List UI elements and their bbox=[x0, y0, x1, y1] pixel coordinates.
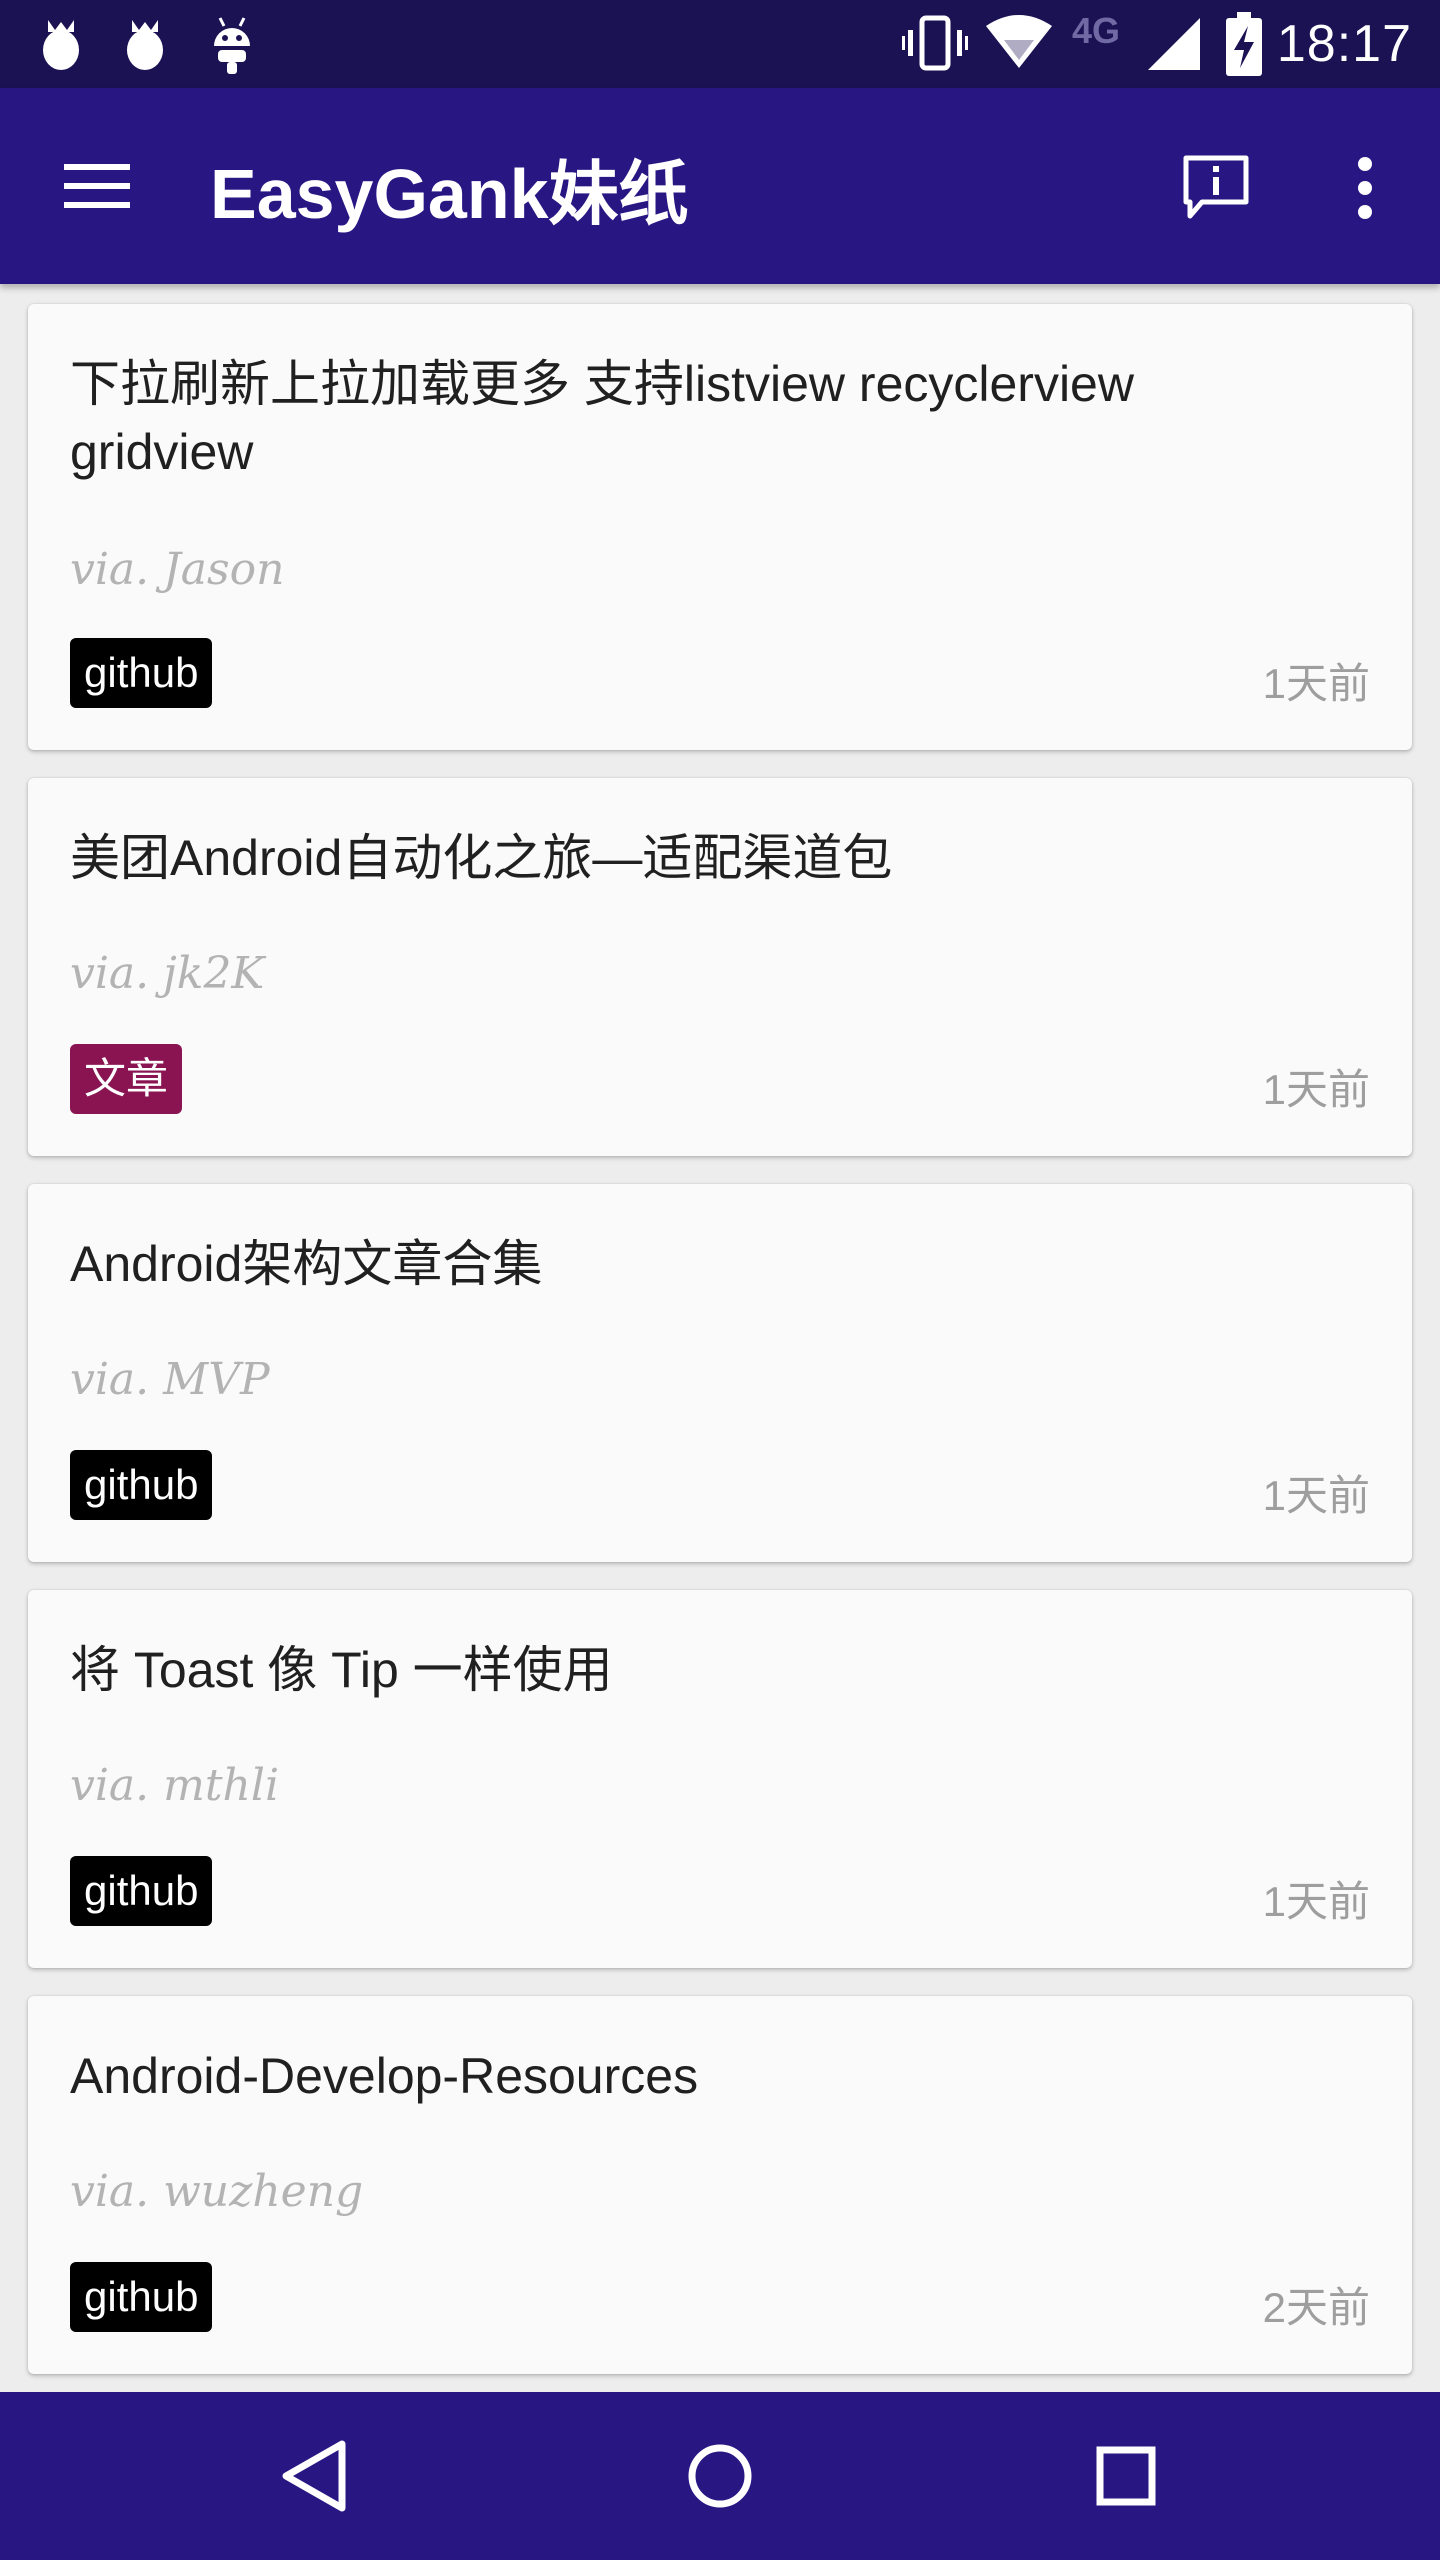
card-tag[interactable]: github bbox=[70, 1450, 213, 1520]
card-author: via. jk2K bbox=[70, 948, 265, 999]
card-tag[interactable]: github bbox=[70, 638, 213, 708]
vibrate-icon bbox=[902, 15, 968, 71]
card-time: 1天前 bbox=[1262, 660, 1370, 707]
card-author: via. Jason bbox=[70, 544, 285, 595]
feed-list[interactable]: 下拉刷新上拉加载更多 支持listview recyclerview gridv… bbox=[0, 284, 1440, 2392]
network-type: 4G bbox=[1072, 10, 1121, 51]
app-bar: EasyGank妹纸 bbox=[0, 88, 1440, 284]
feed-card[interactable]: 下拉刷新上拉加载更多 支持listview recyclerview gridv… bbox=[28, 304, 1412, 750]
card-time: 1天前 bbox=[1262, 1878, 1370, 1925]
status-bar: 4G 18:17 bbox=[0, 0, 1440, 88]
card-time: 1天前 bbox=[1262, 1472, 1370, 1519]
feed-card[interactable]: Android架构文章合集 via. MVP github 1天前 bbox=[28, 1184, 1412, 1562]
home-icon[interactable] bbox=[678, 2434, 762, 2518]
card-author: via. mthli bbox=[70, 1760, 280, 1811]
card-tag[interactable]: github bbox=[70, 2262, 213, 2332]
android-icon bbox=[214, 17, 250, 74]
more-options-icon[interactable] bbox=[1340, 156, 1390, 220]
feedback-icon[interactable] bbox=[1180, 152, 1252, 222]
card-author: via. wuzheng bbox=[70, 2166, 364, 2217]
card-title: 美团Android自动化之旅—适配渠道包 bbox=[70, 830, 893, 886]
card-tag[interactable]: github bbox=[70, 1856, 213, 1926]
card-author: via. MVP bbox=[70, 1354, 270, 1405]
notification-icon bbox=[127, 20, 163, 70]
navigation-bar bbox=[0, 2392, 1440, 2560]
back-icon[interactable] bbox=[272, 2434, 356, 2518]
card-time: 2天前 bbox=[1262, 2284, 1370, 2331]
feed-card[interactable]: 将 Toast 像 Tip 一样使用 via. mthli github 1天前 bbox=[28, 1590, 1412, 1968]
signal-icon bbox=[1148, 18, 1200, 70]
menu-icon[interactable] bbox=[62, 156, 132, 216]
wifi-icon bbox=[986, 15, 1052, 68]
card-title: Android架构文章合集 bbox=[70, 1236, 543, 1292]
feed-card[interactable]: 美团Android自动化之旅—适配渠道包 via. jk2K 文章 1天前 bbox=[28, 778, 1412, 1156]
clock: 18:17 bbox=[1276, 15, 1412, 73]
recents-icon[interactable] bbox=[1084, 2434, 1168, 2518]
card-title: Android-Develop-Resources bbox=[70, 2048, 699, 2104]
feed-card[interactable]: Android-Develop-Resources via. wuzheng g… bbox=[28, 1996, 1412, 2374]
app-title: EasyGank妹纸 bbox=[210, 155, 689, 233]
card-title: 将 Toast 像 Tip 一样使用 bbox=[70, 1642, 613, 1698]
card-time: 1天前 bbox=[1262, 1066, 1370, 1113]
battery-charging-icon bbox=[1226, 12, 1262, 76]
notification-icon bbox=[43, 20, 79, 70]
card-title: 下拉刷新上拉加载更多 支持listview recyclerview gridv… bbox=[70, 356, 1134, 480]
card-tag[interactable]: 文章 bbox=[70, 1044, 183, 1114]
